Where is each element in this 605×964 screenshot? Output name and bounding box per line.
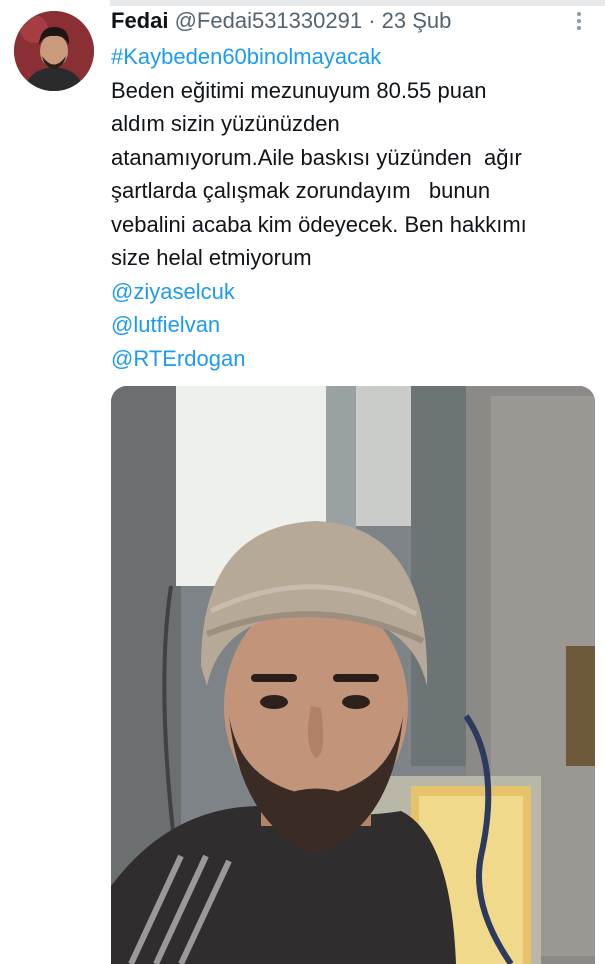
mention-link[interactable]: @RTErdogan — [111, 342, 596, 376]
text-line: şartlarda çalışmak zorundayım bunun — [111, 178, 491, 203]
text-line: Beden eğitimi mezunuyum 80.55 puan — [111, 77, 487, 103]
author-name[interactable]: Fedai — [111, 8, 168, 33]
hashtag-link[interactable]: #Kaybeden60binolmayacak — [111, 40, 596, 74]
text-line: atanamıyorum.Aile baskısı yüzünden ağır — [111, 144, 522, 170]
more-options-icon[interactable] — [566, 8, 592, 34]
separator-dot: · — [368, 8, 376, 33]
tweet[interactable]: Fedai @Fedai531330291 · 23 Şub #Kaybeden… — [0, 0, 605, 964]
avatar[interactable] — [14, 11, 94, 91]
text-line: vebalini acaba kim ödeyecek. Ben hakkımı — [111, 211, 527, 237]
author-handle[interactable]: @Fedai531330291 — [175, 8, 362, 33]
text-line: aldım sizin yüzünüzden — [111, 111, 340, 136]
text-line: size helal etmiyorum — [111, 245, 312, 270]
mention-link[interactable]: @lutfielvan — [111, 308, 596, 342]
tweet-header: Fedai @Fedai531330291 · 23 Şub — [111, 6, 581, 36]
tweet-date[interactable]: 23 Şub — [382, 8, 452, 33]
mention-link[interactable]: @ziyaselcuk — [111, 275, 596, 309]
tweet-text: #Kaybeden60binolmayacak Beden eğitimi me… — [111, 40, 596, 375]
tweet-photo[interactable] — [111, 386, 595, 964]
